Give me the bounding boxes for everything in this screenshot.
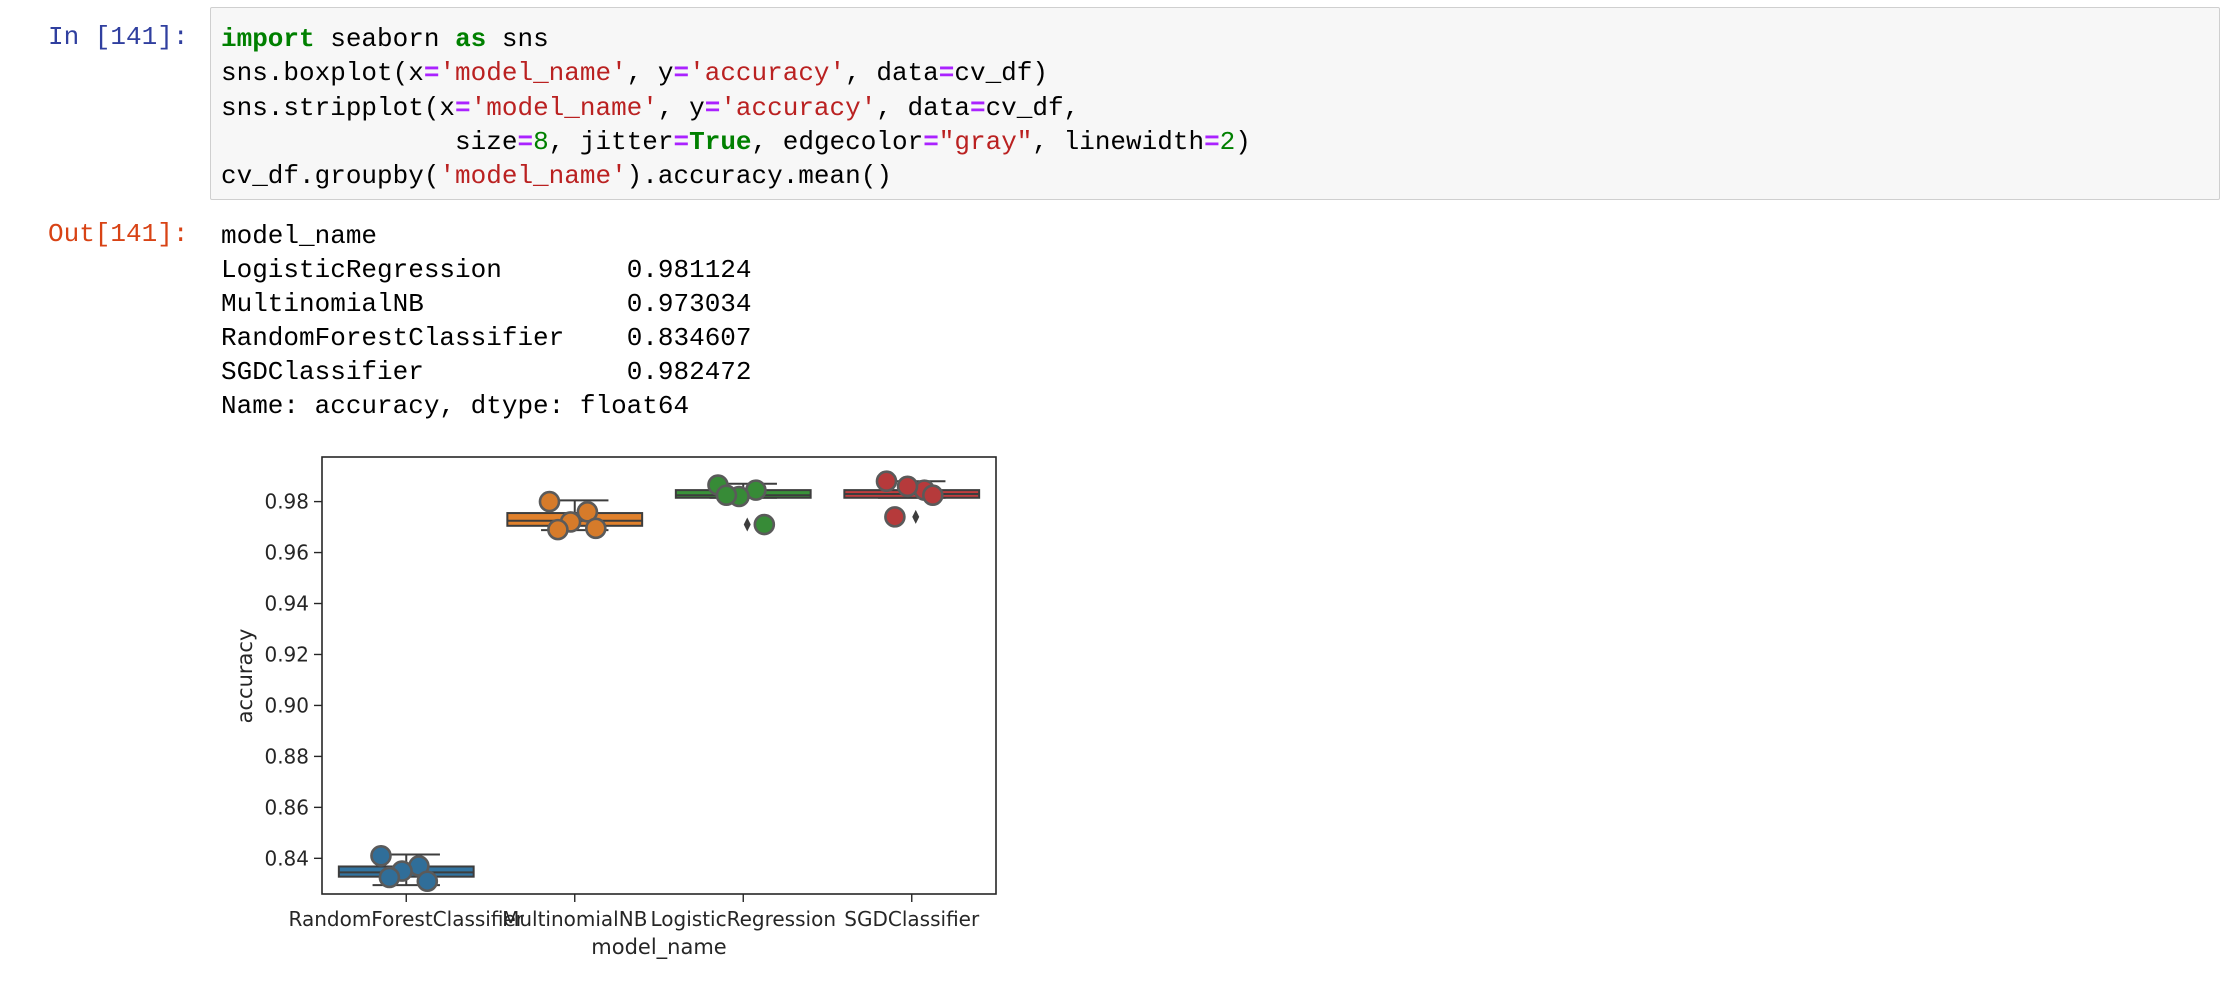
operator: = [923,126,939,157]
code-line-3: sns.stripplot(x='model_name', y='accurac… [221,93,1079,123]
y-tick-label: 0.86 [264,795,309,819]
output-row: SGDClassifier 0.982472 [221,357,752,387]
code-text: , data [845,58,939,89]
code-text: cv_df.groupby( [221,161,440,192]
code-text: , jitter [548,126,674,157]
code-text: cv_df, [985,92,1080,123]
strip-point [378,866,401,889]
operator: = [969,92,986,123]
code-text: seaborn [314,24,456,54]
operator: = [673,126,690,157]
output-row-value: 0.981124 [626,255,752,285]
output-text: model_name LogisticRegression 0.981124 M… [221,219,752,423]
operator: = [455,92,471,123]
output-row-name: RandomForestClassifier [221,323,565,353]
code-text: , y [657,92,705,123]
output-row-value: 0.982472 [626,357,752,387]
boxplot-chart: 0.84 0.86 0.88 0.90 0.92 0.94 0.96 0.98 RandomF… [233,456,997,960]
outlier-marker [912,509,920,524]
string-literal: 'accuracy' [689,58,846,89]
output-row: LogisticRegression 0.981124 [221,255,752,285]
code-cell[interactable]: import seaborn as sns sns.boxplot(x='mod… [210,7,2220,200]
y-tick-label: 0.84 [264,846,309,870]
code-text: size [455,126,518,157]
code-text: sns.boxplot(x [221,58,424,89]
strip-point [715,484,738,507]
output-row-value: 0.834607 [626,323,752,353]
string-literal: 'model_name' [470,92,658,123]
strip-point [370,844,392,867]
operator: = [673,58,690,89]
code-text: , linewidth [1032,126,1205,157]
string-literal: 'model_name' [439,58,627,89]
plot-content [337,470,981,893]
output-row-name: SGDClassifier [221,357,424,387]
strip-point [884,506,906,528]
operator: = [423,58,440,89]
input-prompt: In [141]: [48,22,189,52]
output-row-name: LogisticRegression [221,255,502,285]
code-line-5: cv_df.groupby('model_name').accuracy.mea… [221,161,892,191]
code-text: ).accuracy.mean() [626,161,892,192]
y-tick-label: 0.88 [264,744,309,768]
strip-point [753,513,776,536]
keyword: import [221,24,315,54]
keyword: as [455,24,487,54]
x-tick-label: LogisticRegression [651,907,837,931]
strip-point [896,475,919,498]
strip-point [875,470,898,493]
string-literal: 'accuracy' [720,92,877,123]
x-axis-label: model_name [591,935,726,960]
string-literal: 'model_name' [439,161,627,192]
strip-point [416,870,439,893]
y-tick-label: 0.94 [264,592,309,616]
code-editor[interactable]: import seaborn as sns sns.boxplot(x='mod… [221,22,1251,193]
code-text: cv_df) [954,58,1048,89]
operator: = [517,126,534,157]
output-row: RandomForestClassifier 0.834607 [221,323,752,353]
x-tick-label: RandomForestClassifier [289,907,525,931]
y-tick-label: 0.92 [264,642,309,666]
number-literal: 8 [533,126,549,157]
strip-point [538,490,561,513]
output-footer: Name: accuracy, dtype: float64 [221,391,690,421]
operator: = [1204,126,1220,157]
y-tick-label: 0.90 [264,693,309,717]
output-row-name: MultinomialNB [221,289,424,319]
outlier-marker [743,517,751,532]
string-literal: "gray" [938,126,1033,157]
output-row-value: 0.973034 [626,289,752,319]
operator: = [704,92,721,123]
output-row: MultinomialNB 0.973034 [221,289,752,319]
code-text: sns [486,24,549,54]
code-line-2: sns.boxplot(x='model_name', y='accuracy'… [221,58,1048,88]
x-axis: RandomForestClassifierMultinomialNB Logis… [289,894,980,931]
code-text: , data [876,92,970,123]
code-text: , y [626,58,674,89]
number-literal: 2 [1219,126,1236,157]
y-tick-label: 0.96 [264,541,309,565]
y-tick-label: 0.98 [264,490,309,514]
code-text: sns.stripplot(x [221,92,456,123]
operator: = [938,58,955,89]
y-axis-label: accuracy [233,629,257,724]
code-line-4: size=8, jitter=True, edgecolor="gray", l… [221,127,1251,157]
code-text: , edgecolor [751,126,924,157]
output-header: model_name [221,221,378,251]
code-line-1: import seaborn as sns [221,24,549,54]
output-prompt: Out[141]: [48,219,189,249]
y-axis: 0.84 0.86 0.88 0.90 0.92 0.94 0.96 0.98 [264,490,322,870]
strip-point [547,518,569,541]
x-tick-label: SGDClassifier [844,907,980,931]
x-tick-label: MultinomialNB [502,907,647,931]
keyword: True [689,126,752,157]
strip-point [922,484,944,507]
code-text: ) [1235,126,1251,157]
strip-point [585,517,607,540]
